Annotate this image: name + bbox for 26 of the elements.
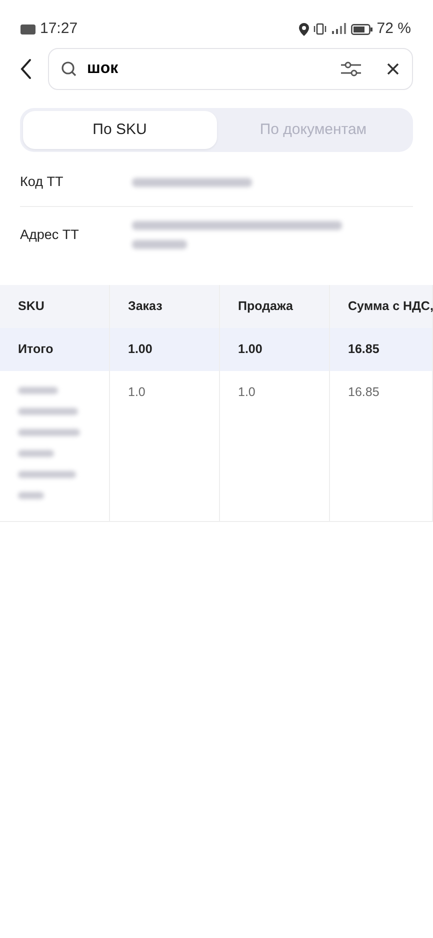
table-cell: 1.00 <box>238 342 262 356</box>
filter-icon <box>340 60 362 78</box>
table-cell: 1.0 <box>128 384 146 399</box>
table-cell: 16.85 <box>348 384 380 399</box>
table-cell: Итого <box>18 342 54 356</box>
close-icon <box>386 62 400 76</box>
clear-button[interactable] <box>386 62 400 76</box>
search-field[interactable]: шок <box>85 56 332 82</box>
field-label: Адрес ТТ <box>20 226 80 244</box>
search-bar[interactable]: шок <box>48 48 413 90</box>
location-icon <box>298 22 309 36</box>
signal-icon <box>330 23 347 35</box>
table-cell: 1.00 <box>128 342 152 356</box>
battery-percent: 72 % <box>376 18 411 39</box>
battery-icon <box>350 24 373 34</box>
search-icon <box>61 61 77 77</box>
table-cell: 1.0 <box>238 384 256 399</box>
field-label: Код ТТ <box>20 173 64 191</box>
table-cell: 16.85 <box>348 342 380 356</box>
back-icon <box>20 58 32 80</box>
filter-button[interactable] <box>340 60 362 78</box>
vibrate-icon <box>312 23 327 35</box>
clock-time: 17:27 <box>40 18 78 39</box>
back-button[interactable] <box>20 58 32 80</box>
tab[interactable]: По SKU <box>23 111 216 149</box>
sim-card-icon <box>20 24 36 34</box>
